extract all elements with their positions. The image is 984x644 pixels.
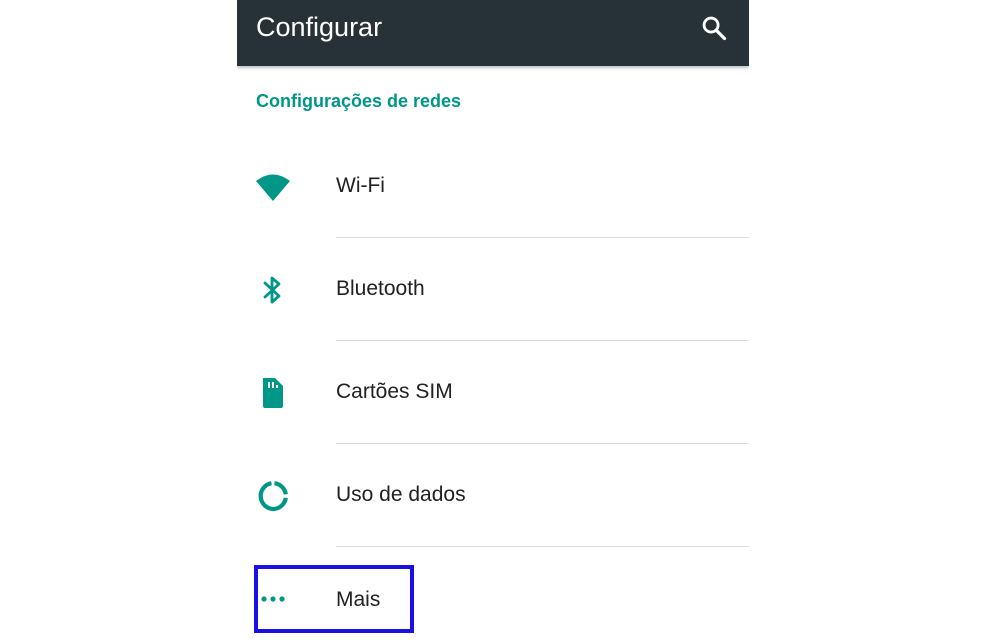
settings-item-label: Bluetooth — [336, 277, 425, 300]
settings-item-wifi[interactable]: Wi-Fi — [237, 135, 749, 238]
screenshot-stage: Configurar Configurações de redes Wi-Fi — [0, 0, 984, 644]
settings-item-label: Cartões SIM — [336, 380, 453, 403]
settings-item-label: Uso de dados — [336, 483, 466, 506]
settings-item-bluetooth[interactable]: Bluetooth — [237, 238, 749, 341]
section-header-network: Configurações de redes — [256, 91, 462, 111]
highlight-box — [254, 565, 414, 633]
settings-item-data-usage[interactable]: Uso de dados — [237, 444, 749, 547]
page-title: Configurar — [256, 12, 383, 42]
settings-screen: Configurar Configurações de redes Wi-Fi — [237, 0, 749, 644]
sim-card-icon — [255, 375, 291, 411]
search-button[interactable] — [692, 8, 736, 48]
settings-item-label: Wi-Fi — [336, 174, 385, 197]
bluetooth-icon — [255, 272, 291, 308]
data-usage-icon — [255, 478, 291, 514]
app-bar: Configurar — [237, 0, 749, 66]
search-icon — [702, 16, 727, 41]
wifi-icon — [255, 169, 291, 205]
settings-item-sim-cards[interactable]: Cartões SIM — [237, 341, 749, 444]
